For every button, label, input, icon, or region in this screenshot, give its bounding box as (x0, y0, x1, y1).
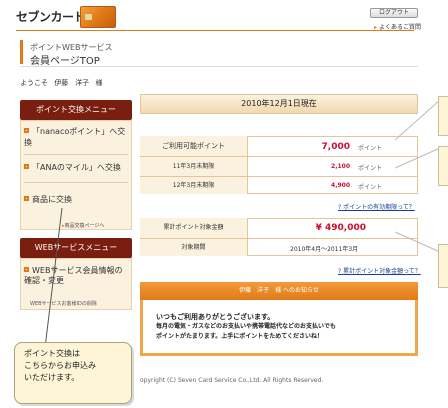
bullet-square-icon (24, 164, 29, 169)
period-value: 2010年4月〜2011年3月 (290, 246, 359, 253)
question-icon: ? (338, 204, 342, 211)
expiry-row-value: 2,100 (331, 163, 350, 170)
title-divider (20, 66, 418, 67)
notice-line: ポイントがたまります。上手にポイントをためてくださいね！ (156, 333, 324, 340)
question-icon: ? (338, 268, 342, 275)
tooltip-line: こちらからお申込み (24, 361, 96, 370)
exchange-menu-header: ポイント交換メニュー (20, 100, 132, 120)
notice-line: 毎月の電気・ガスなどのお支払いや携帯電話代などのお支払いでも (156, 323, 336, 330)
header-divider (16, 30, 414, 31)
tooltip-text: ポイント交換は こちらからお申込み いただけます。 (24, 348, 128, 384)
copyright: opyright (C) Seven Card Service Co.,Ltd.… (140, 377, 324, 384)
sidebar-item-label[interactable]: 「nanacoポイント」へ交換 (24, 127, 125, 147)
card-image (80, 6, 116, 28)
tooltip-line: いただけます。 (24, 373, 80, 382)
page-title: 会員ページTOP (30, 56, 100, 67)
welcome-prefix: ようこそ (20, 79, 48, 87)
period-label: 対象期間 (140, 239, 248, 256)
goods-page-link[interactable]: ▸商品交換ページへ (62, 222, 104, 229)
cumulative-help-label[interactable]: 累計ポイント対象金額って？ (343, 268, 421, 275)
cumulative-help-link[interactable]: ? 累計ポイント対象金額って？ (338, 266, 421, 275)
side-callout (438, 244, 448, 288)
expiry-row-value: 4,900 (331, 182, 350, 189)
available-points-value: 7,000 (321, 142, 350, 152)
bullet-square-icon (24, 196, 29, 201)
available-points-unit: ポイント (358, 145, 383, 152)
sidebar-item-nanaco[interactable]: 「nanacoポイント」へ交換 (24, 126, 128, 148)
bullet-square-icon (24, 267, 29, 272)
notice-text: いつもご利用ありがとうございます。 毎月の電気・ガスなどのお支払いや携帯電話代な… (156, 312, 406, 342)
delete-id-link[interactable]: WEBサービスお客様IDの削除 (30, 300, 97, 307)
notice-header: 伊藤 洋子 様 へのお知らせ (140, 282, 418, 300)
tooltip-line: ポイント交換は (24, 349, 80, 358)
bullet-square-icon (24, 128, 29, 133)
welcome-suffix: 様 (95, 79, 103, 87)
welcome-name: 伊藤 洋子 (54, 79, 90, 87)
cumulative-value: ¥ 490,000 (315, 223, 366, 233)
logout-button[interactable]: ログアウト (370, 8, 418, 18)
expiry-row-unit: ポイント (358, 165, 383, 172)
brand-logo: セブンカード (16, 10, 86, 24)
sidebar-item-goods[interactable]: 商品に交換 (24, 194, 128, 205)
notice-line: いつもご利用ありがとうございます。 (156, 313, 275, 321)
expiry-row-label: 12年3月末期限 (140, 177, 248, 194)
side-callout (438, 96, 448, 136)
cumulative-label: 累計ポイント対象金額 (140, 218, 248, 238)
web-menu-header: WEBサービスメニュー (20, 238, 132, 258)
card-chip (85, 14, 92, 20)
expiry-help-link[interactable]: ? ポイントの有効期限って？ (338, 202, 415, 211)
as-of-date: 2010年12月1日現在 (140, 94, 418, 114)
sidebar-divider (24, 182, 128, 183)
available-points-label: ご利用可能ポイント (140, 136, 248, 156)
expiry-row-unit: ポイント (358, 184, 383, 191)
sidebar-item-label[interactable]: WEBサービス会員情報の確認・変更 (24, 266, 122, 285)
sidebar-item-ana[interactable]: 「ANAのマイル」へ交換 (24, 162, 128, 173)
expiry-help-label[interactable]: ポイントの有効期限って？ (343, 204, 415, 211)
welcome-message: ようこそ 伊藤 洋子 様 (20, 78, 102, 88)
title-accent-bar (20, 40, 23, 64)
expiry-row-label: 11年3月末期限 (140, 157, 248, 176)
sidebar-item-label[interactable]: 商品に交換 (32, 195, 72, 204)
side-callout (438, 146, 448, 186)
goods-page-label[interactable]: 商品交換ページへ (65, 223, 105, 229)
sidebar-item-label[interactable]: 「ANAのマイル」へ交換 (32, 163, 121, 172)
sidebar-divider (24, 154, 128, 155)
sidebar-item-member-info[interactable]: WEBサービス会員情報の確認・変更 (24, 266, 128, 286)
